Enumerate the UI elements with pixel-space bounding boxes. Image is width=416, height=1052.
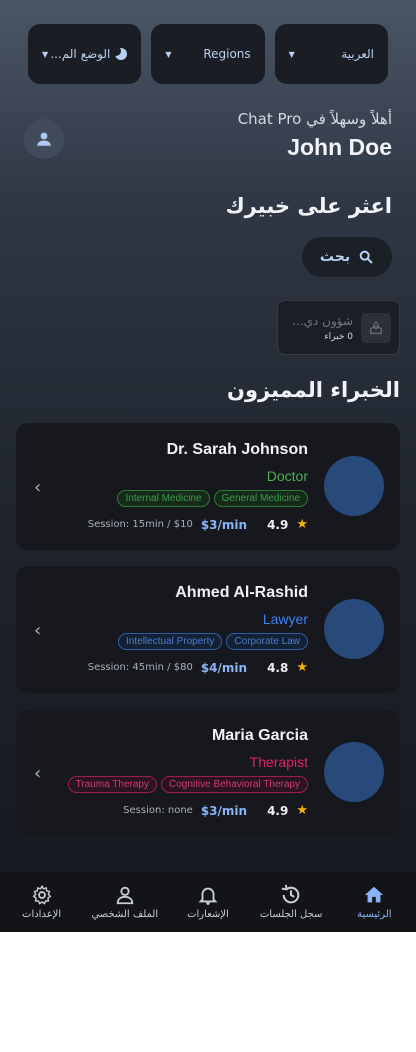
expert-tags: Cognitive Behavioral Therapy Trauma Ther…: [67, 776, 308, 793]
expert-card[interactable]: ‹ Dr. Sarah Johnson Doctor General Medic…: [16, 423, 400, 550]
search-label: بحث: [319, 249, 351, 265]
expert-tag: Internal Medicine: [117, 490, 210, 507]
expert-photo: [324, 456, 384, 516]
expert-price: $3/min: [200, 517, 248, 532]
expert-tag: General Medicine: [213, 490, 308, 507]
star-icon: ★: [296, 517, 308, 532]
featured-experts-title: الخبراء المميزون: [227, 378, 400, 402]
home-icon: [365, 886, 384, 903]
expert-session: Session: 15min / $10: [87, 519, 193, 530]
expert-role: Lawyer: [262, 611, 308, 627]
user-name: John Doe: [287, 134, 392, 160]
nav-label: الرئيسية: [357, 909, 392, 920]
nav-item-profile[interactable]: الملف الشخصي: [85, 884, 165, 920]
app-screen: ▼ العربية ▼ Regions ▼ الوضع الم... أهلاً…: [0, 0, 416, 932]
chevron-left-icon[interactable]: ‹: [34, 620, 41, 641]
chevron-left-icon[interactable]: ‹: [34, 477, 41, 498]
expert-meta: ★ 4.9 $3/min Session: none: [123, 803, 308, 818]
theme-selector[interactable]: ▼ الوضع الم...: [28, 24, 142, 84]
expert-card[interactable]: ‹ Ahmed Al-Rashid Lawyer Corporate Law I…: [16, 566, 400, 693]
expert-card[interactable]: ‹ Maria Garcia Therapist Cognitive Behav…: [16, 709, 400, 836]
person-icon: [116, 886, 134, 905]
expert-meta: ★ 4.8 $4/min Session: 45min / $80: [88, 660, 308, 675]
region-selector[interactable]: ▼ Regions: [151, 24, 265, 84]
language-selector[interactable]: ▼ العربية: [274, 24, 388, 84]
moon-icon: [111, 46, 128, 60]
bell-icon: [198, 887, 218, 905]
expert-price: $3/min: [200, 803, 248, 818]
nav-label: الملف الشخصي: [91, 909, 159, 920]
expert-rating: 4.8: [267, 660, 289, 675]
expert-tags: Corporate Law Intellectual Property: [118, 633, 308, 650]
chevron-down-icon: ▼: [165, 49, 172, 59]
expert-session: Session: none: [123, 805, 193, 816]
nav-item-settings[interactable]: الإعدادات: [2, 884, 82, 920]
expert-photo: [324, 599, 384, 659]
expert-photo: [324, 742, 384, 802]
chevron-down-icon: ▼: [288, 49, 295, 59]
nav-item-notifications[interactable]: الإشعارات: [168, 884, 248, 920]
star-icon: ★: [296, 803, 308, 818]
expert-tags: General Medicine Internal Medicine: [117, 490, 308, 507]
profile-avatar-button[interactable]: [24, 119, 64, 159]
language-label: العربية: [341, 47, 374, 61]
greeting: أهلاً وسهلاً في Chat Pro John Doe: [238, 110, 392, 161]
bottom-nav: الرئيسية سجل الجلسات الإشعارات الملف الش…: [0, 872, 416, 932]
star-icon: ★: [296, 660, 308, 675]
top-selectors: ▼ العربية ▼ Regions ▼ الوضع الم...: [28, 24, 388, 84]
expert-role: Therapist: [249, 754, 308, 770]
category-count: 0 خبراء: [324, 331, 353, 342]
expert-tag: Trauma Therapy: [67, 776, 157, 793]
search-button[interactable]: بحث: [302, 237, 392, 277]
expert-rating: 4.9: [267, 803, 289, 818]
find-expert-title: اعثر على خبيرك: [225, 194, 392, 218]
expert-name: Maria Garcia: [211, 727, 308, 744]
expert-tag: Intellectual Property: [118, 633, 223, 650]
expert-session: Session: 45min / $80: [87, 662, 193, 673]
theme-label: الوضع الم...: [50, 47, 111, 61]
mosque-icon: [361, 312, 391, 343]
expert-price: $4/min: [200, 660, 248, 675]
welcome-text: أهلاً وسهلاً في Chat Pro: [237, 110, 392, 128]
nav-label: الإشعارات: [187, 909, 229, 920]
chevron-left-icon[interactable]: ‹: [34, 763, 41, 784]
history-icon: [281, 884, 300, 904]
nav-label: الإعدادات: [22, 909, 62, 920]
expert-role: Doctor: [266, 468, 308, 484]
nav-label: سجل الجلسات: [259, 909, 323, 920]
chevron-down-icon: ▼: [42, 49, 49, 59]
expert-meta: ★ 4.9 $3/min Session: 15min / $10: [88, 517, 308, 532]
expert-tag: Cognitive Behavioral Therapy: [160, 776, 308, 793]
expert-rating: 4.9: [267, 517, 289, 532]
search-icon: [359, 250, 373, 264]
nav-item-home[interactable]: الرئيسية: [334, 884, 414, 920]
region-label: Regions: [203, 47, 251, 61]
nav-item-history[interactable]: سجل الجلسات: [251, 884, 331, 920]
gear-icon: [32, 884, 51, 905]
person-icon: [37, 132, 51, 146]
expert-tag: Corporate Law: [226, 633, 308, 650]
expert-name: Dr. Sarah Johnson: [166, 441, 308, 458]
category-name: شؤون دي...: [292, 313, 353, 328]
category-tile[interactable]: شؤون دي... 0 خبراء: [277, 300, 400, 355]
expert-name: Ahmed Al-Rashid: [175, 584, 308, 601]
